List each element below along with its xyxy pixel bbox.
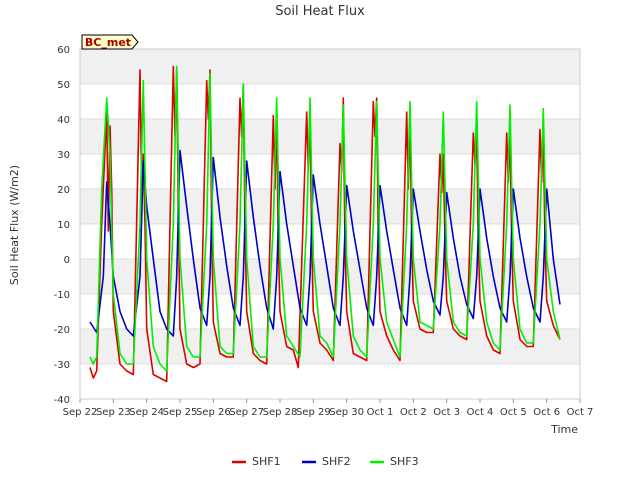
- y-tick-label: -10: [54, 290, 70, 301]
- x-tick-label: Sep 24: [129, 407, 164, 418]
- site-badge-label: BC_met: [85, 36, 131, 49]
- y-tick-label: -20: [54, 325, 70, 336]
- grid-band: [80, 329, 580, 364]
- legend-label: SHF2: [322, 455, 351, 468]
- x-tick-label: Sep 26: [196, 407, 231, 418]
- x-tick-label: Sep 27: [229, 407, 264, 418]
- x-tick-label: Sep 25: [163, 407, 198, 418]
- x-tick-label: Oct 5: [500, 407, 527, 418]
- legend-label: SHF3: [390, 455, 419, 468]
- y-tick-label: 50: [57, 80, 70, 91]
- y-tick-label: -40: [54, 395, 70, 406]
- legend: SHF1 SHF2 SHF3: [232, 455, 419, 468]
- y-axis-ticks: -40 -30 -20 -10 0 10 20 30 40 50 60: [54, 45, 70, 406]
- y-tick-label: 10: [57, 220, 70, 231]
- x-tick-label: Oct 6: [533, 407, 560, 418]
- x-tick-label: Oct 2: [400, 407, 427, 418]
- legend-label: SHF1: [252, 455, 281, 468]
- x-tick-label: Sep 23: [96, 407, 131, 418]
- plot-background: [79, 48, 581, 400]
- y-tick-label: 20: [57, 185, 70, 196]
- x-tick-label: Oct 3: [433, 407, 460, 418]
- x-tick-label: Sep 29: [296, 407, 331, 418]
- x-tick-label: Sep 30: [329, 407, 364, 418]
- grid-band: [80, 119, 580, 154]
- grid-band: [80, 49, 580, 84]
- x-tick-label: Sep 28: [263, 407, 298, 418]
- x-tick-label: Oct 4: [467, 407, 494, 418]
- x-tick-label: Oct 7: [567, 407, 594, 418]
- y-tick-label: 0: [64, 255, 70, 266]
- y-axis-label: Soil Heat Flux (W/m2): [8, 165, 21, 285]
- y-tick-label: 40: [57, 115, 70, 126]
- soil-heat-flux-chart: Soil Heat Flux Soil Heat Flux (W/m2) Tim…: [8, 4, 594, 468]
- x-axis-ticks: Sep 22Sep 23Sep 24Sep 25Sep 26Sep 27Sep …: [63, 399, 594, 418]
- x-tick-label: Sep 22: [63, 407, 98, 418]
- chart-title: Soil Heat Flux: [275, 4, 365, 19]
- y-tick-label: 60: [57, 45, 70, 56]
- site-badge: BC_met: [81, 34, 139, 50]
- y-tick-label: 30: [57, 150, 70, 161]
- x-tick-label: Oct 1: [367, 407, 394, 418]
- x-axis-label: Time: [550, 423, 578, 436]
- y-tick-label: -30: [54, 360, 70, 371]
